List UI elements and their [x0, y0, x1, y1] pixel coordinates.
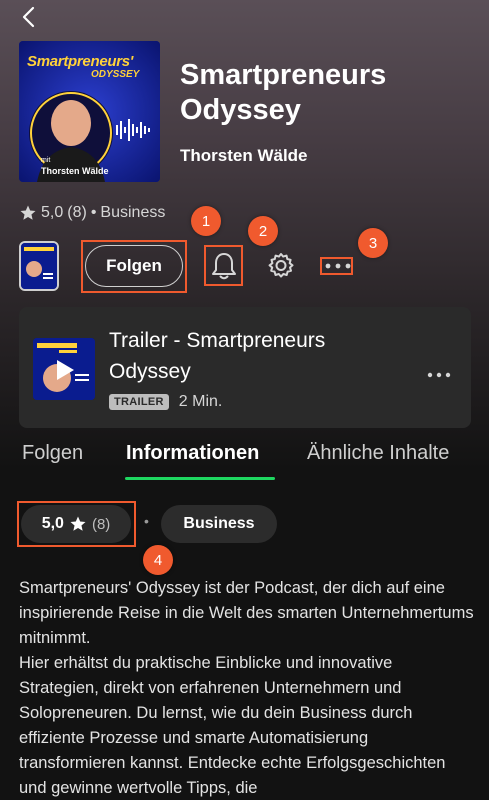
callout-marker-3: 3 [358, 228, 388, 258]
category-pill[interactable]: Business [161, 505, 277, 543]
rating-value: 5,0 [41, 204, 64, 221]
callout-box-bell [204, 245, 243, 286]
trailer-thumbnail [33, 338, 95, 400]
callout-marker-2: 2 [248, 216, 278, 246]
callout-box-more [320, 257, 353, 275]
trailer-badge: TRAILER [109, 394, 169, 410]
trailer-more-button[interactable] [427, 365, 453, 378]
rating-count: (8) [67, 204, 87, 221]
cover-byline-prefix: mit [41, 157, 51, 164]
trailer-duration: 2 Min. [178, 393, 223, 410]
tab-episodes[interactable]: Folgen [22, 442, 83, 465]
tab-information[interactable]: Informationen [126, 442, 259, 465]
podcast-author[interactable]: Thorsten Wälde [180, 146, 308, 166]
tab-bar: Folgen Informationen Ähnliche Inhalte [0, 442, 489, 482]
callout-box-rating [17, 501, 136, 547]
podcast-description: Smartpreneurs' Odyssey ist der Podcast, … [19, 579, 474, 797]
callout-box-follow [81, 240, 187, 293]
cover-brand-subtitle: ODYSSEY [91, 69, 140, 80]
settings-button[interactable] [264, 249, 298, 283]
callout-marker-1: 1 [191, 206, 221, 236]
rating-summary: 5,0 (8) • Business [19, 204, 165, 222]
back-button[interactable] [14, 2, 44, 32]
meta-separator: • [90, 204, 97, 221]
pill-separator: • [144, 513, 149, 529]
chevron-left-icon [22, 6, 35, 28]
play-icon [57, 360, 74, 380]
category-label[interactable]: Business [100, 204, 165, 222]
cover-thumbnail-button[interactable] [19, 241, 59, 291]
tab-similar-content[interactable]: Ähnliche Inhalte [307, 442, 449, 465]
trailer-card[interactable]: Trailer - Smartpreneurs Odyssey TRAILER … [19, 307, 471, 428]
trailer-title: Trailer - Smartpreneurs Odyssey [109, 329, 326, 383]
gear-icon [268, 253, 294, 278]
podcast-cover: Smartpreneurs' ODYSSEY mit Thorsten Wäld… [19, 41, 160, 182]
podcast-title: Smartpreneurs Odyssey [180, 59, 387, 126]
cover-brand-title: Smartpreneurs' [27, 53, 134, 70]
more-horizontal-icon [427, 372, 451, 378]
callout-marker-4: 4 [143, 545, 173, 575]
star-icon [20, 205, 36, 220]
cover-byline-name: Thorsten Wälde [41, 166, 109, 176]
active-tab-indicator [125, 477, 275, 480]
